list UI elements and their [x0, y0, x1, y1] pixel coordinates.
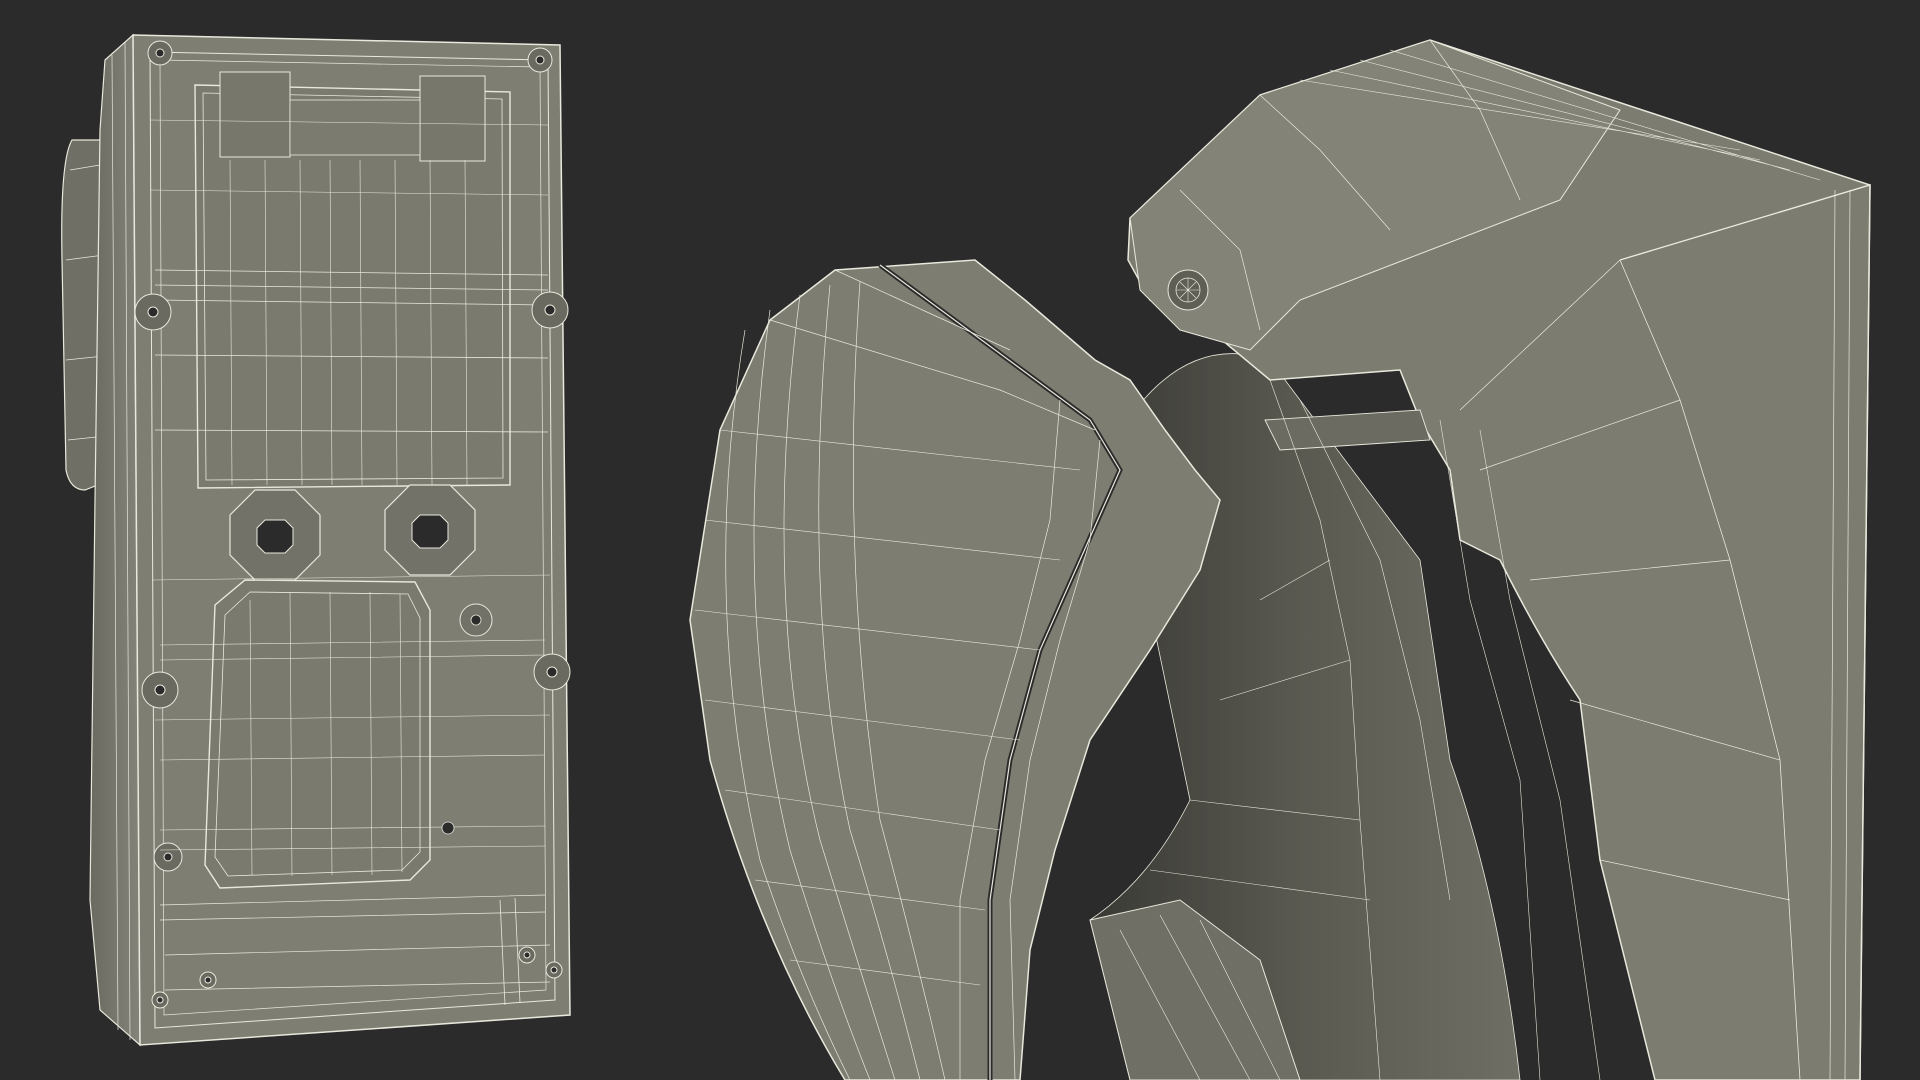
wireframe-render: [0, 0, 1920, 1080]
render-viewport: [0, 0, 1920, 1080]
multimeter-back-wireframe: [61, 33, 571, 1047]
